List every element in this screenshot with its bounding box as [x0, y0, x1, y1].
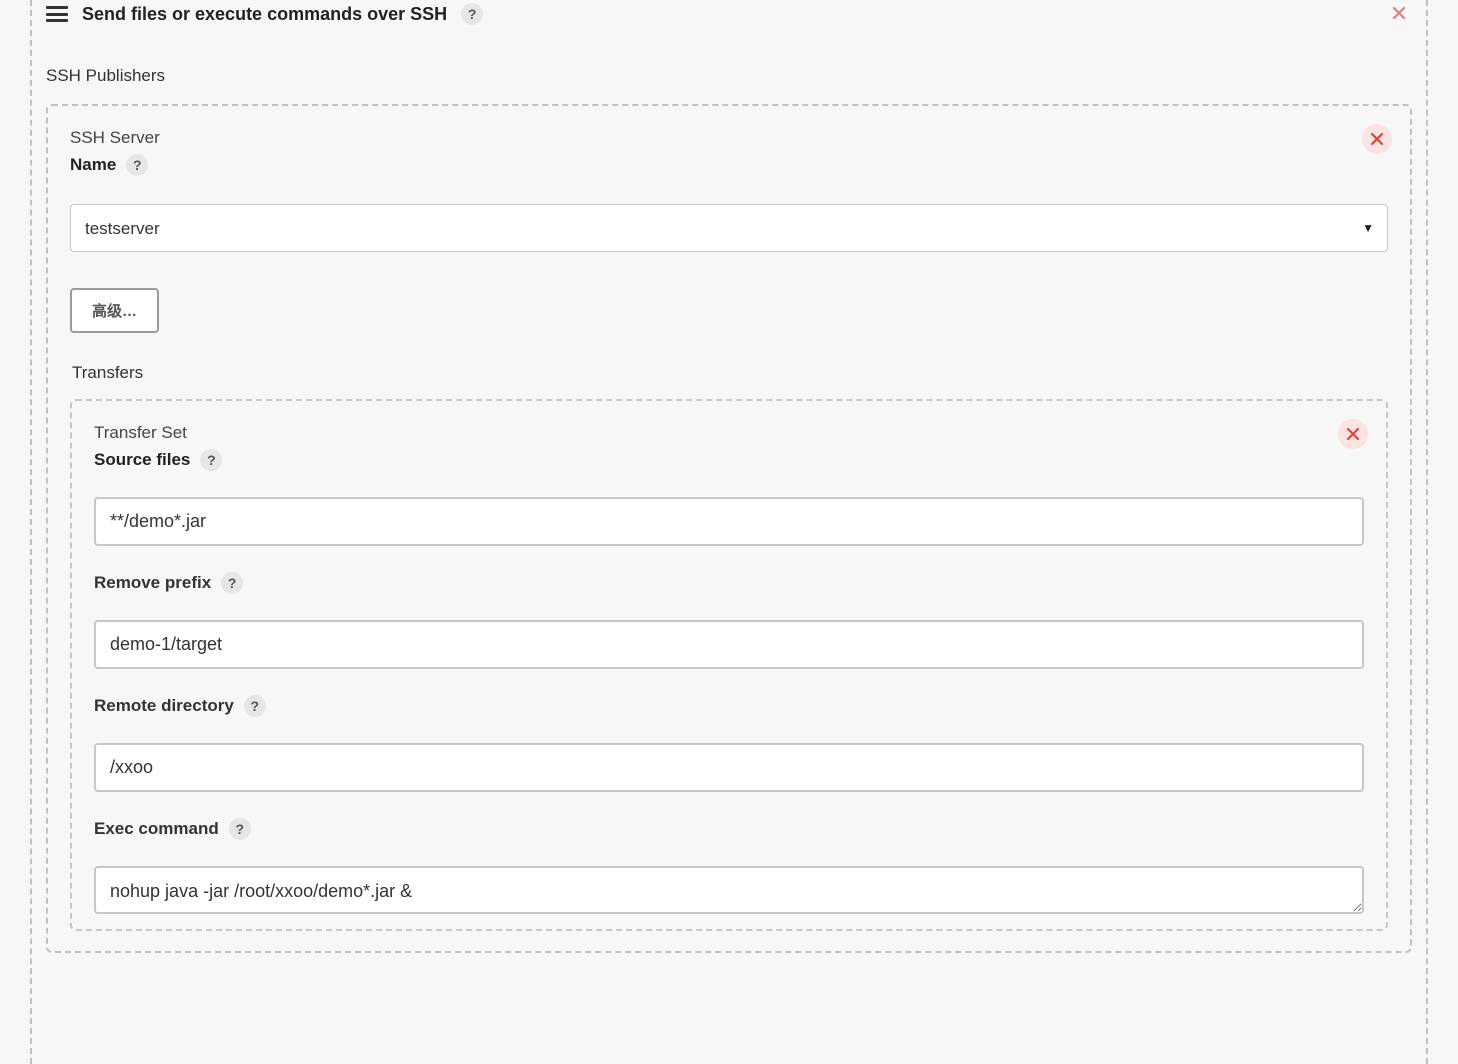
remote-directory-label-row: Remote directory ?: [94, 695, 1364, 717]
help-icon[interactable]: ?: [244, 695, 266, 717]
name-label: Name: [70, 155, 116, 175]
remove-prefix-input[interactable]: [94, 620, 1364, 669]
remove-publisher-button[interactable]: [1362, 124, 1392, 154]
remove-build-step-button[interactable]: [1384, 0, 1414, 28]
ssh-publishers-label: SSH Publishers: [46, 66, 1412, 86]
name-label-row: Name ?: [70, 154, 1388, 176]
remove-prefix-label: Remove prefix: [94, 573, 211, 593]
ssh-server-group-label: SSH Server: [70, 128, 1388, 148]
build-step-container: Send files or execute commands over SSH …: [30, 0, 1428, 1064]
source-files-label-row: Source files ?: [94, 449, 1364, 471]
remote-directory-label: Remote directory: [94, 696, 234, 716]
build-step-title: Send files or execute commands over SSH: [82, 4, 447, 25]
ssh-server-select-wrap: testserver ▼: [70, 204, 1388, 252]
source-files-input[interactable]: [94, 497, 1364, 546]
exec-command-label: Exec command: [94, 819, 219, 839]
transfer-set-box: Transfer Set Source files ? Remove prefi…: [70, 399, 1388, 931]
help-icon[interactable]: ?: [461, 3, 483, 25]
drag-handle-icon[interactable]: [46, 6, 68, 22]
exec-command-label-row: Exec command ?: [94, 818, 1364, 840]
transfers-label: Transfers: [72, 363, 1388, 383]
transfer-set-group-label: Transfer Set: [94, 423, 1364, 443]
help-icon[interactable]: ?: [200, 449, 222, 471]
ssh-server-select[interactable]: testserver: [70, 204, 1388, 252]
source-files-label: Source files: [94, 450, 190, 470]
advanced-button[interactable]: 高级…: [70, 288, 159, 333]
help-icon[interactable]: ?: [221, 572, 243, 594]
remove-prefix-label-row: Remove prefix ?: [94, 572, 1364, 594]
help-icon[interactable]: ?: [229, 818, 251, 840]
ssh-publisher-box: SSH Server Name ? testserver ▼ 高级… Trans…: [46, 104, 1412, 953]
remove-transfer-set-button[interactable]: [1338, 419, 1368, 449]
exec-command-textarea[interactable]: nohup java -jar /root/xxoo/demo*.jar &: [94, 866, 1364, 914]
build-step-header: Send files or execute commands over SSH …: [46, 0, 1412, 28]
remote-directory-input[interactable]: [94, 743, 1364, 792]
help-icon[interactable]: ?: [126, 154, 148, 176]
